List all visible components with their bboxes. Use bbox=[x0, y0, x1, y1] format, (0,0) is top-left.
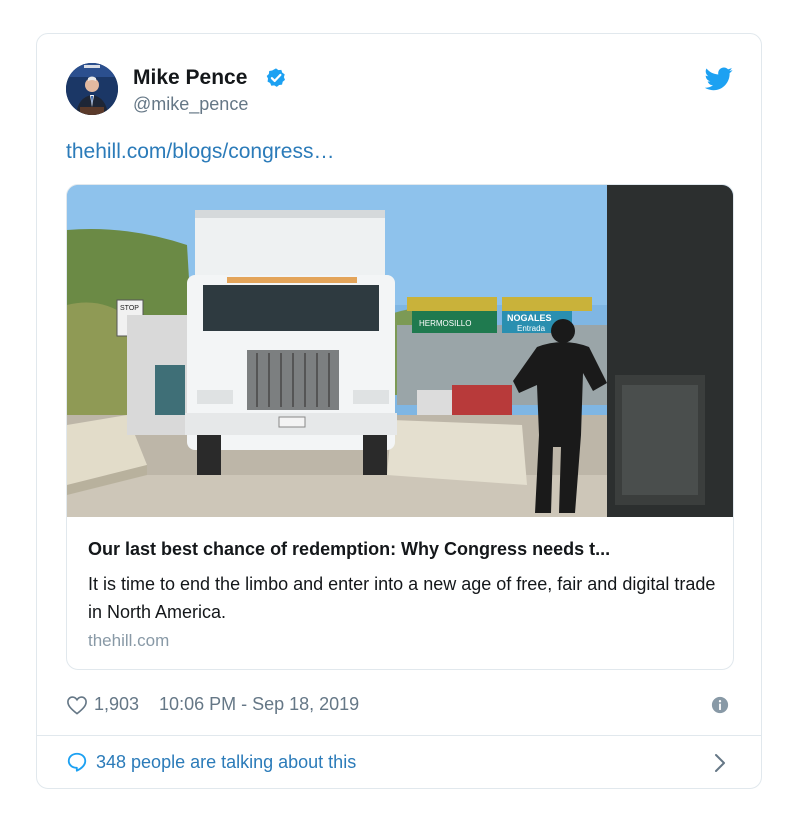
sign-hermosillo: HERMOSILLO bbox=[419, 319, 471, 328]
card-domain: thehill.com bbox=[88, 631, 170, 650]
avatar[interactable] bbox=[66, 63, 118, 115]
heart-icon[interactable] bbox=[66, 695, 88, 715]
twitter-bird-icon[interactable] bbox=[705, 67, 733, 91]
author-name[interactable]: Mike Pence bbox=[133, 66, 247, 90]
info-icon[interactable] bbox=[711, 696, 729, 714]
tweet-embed: Mike Pence @mike_pence thehill.com/blogs… bbox=[36, 33, 762, 789]
conversation-text: 348 people are talking about this bbox=[96, 751, 357, 772]
speech-bubble-icon bbox=[67, 752, 87, 772]
footer-divider bbox=[37, 735, 761, 736]
chevron-right-icon[interactable] bbox=[713, 752, 727, 774]
tweet-link[interactable]: thehill.com/blogs/congress… bbox=[66, 140, 334, 164]
sign-stop: STOP bbox=[120, 305, 139, 312]
sign-nogales: NOGALES bbox=[507, 313, 552, 323]
verified-badge-icon bbox=[266, 68, 285, 87]
avatar-image bbox=[66, 63, 118, 115]
like-count[interactable]: 1,903 bbox=[94, 694, 139, 715]
author-handle[interactable]: @mike_pence bbox=[133, 94, 248, 115]
sign-entrada: Entrada bbox=[517, 324, 546, 333]
card-description: It is time to end the limbo and enter in… bbox=[88, 574, 716, 622]
card-title[interactable]: Our last best chance of redemption: Why … bbox=[88, 539, 610, 560]
card-image: HERMOSILLO NOGALES Entrada STOP bbox=[67, 185, 733, 517]
link-preview-card[interactable]: HERMOSILLO NOGALES Entrada STOP Our last… bbox=[66, 184, 734, 670]
tweet-timestamp[interactable]: 10:06 PM - Sep 18, 2019 bbox=[159, 694, 359, 715]
conversation-link[interactable]: 348 people are talking about this bbox=[66, 751, 356, 773]
tweet-meta: 1,903 10:06 PM - Sep 18, 2019 bbox=[66, 694, 359, 715]
